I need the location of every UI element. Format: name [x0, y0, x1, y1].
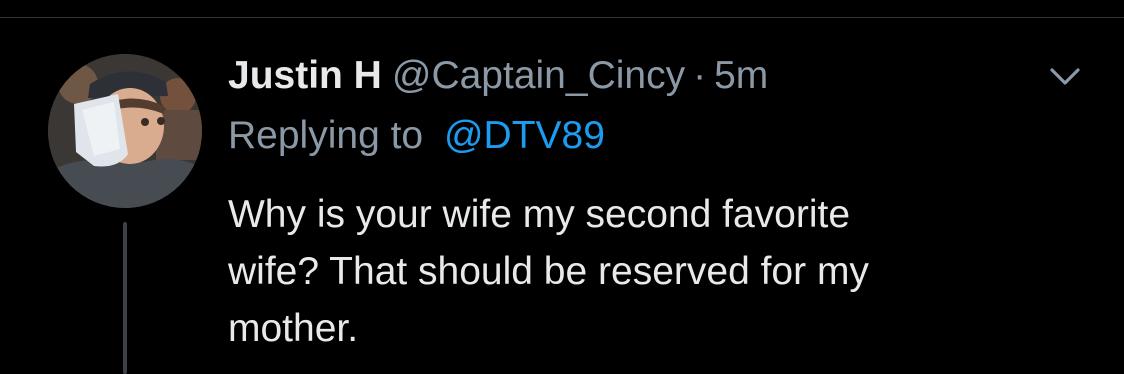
- timestamp[interactable]: 5m: [714, 50, 768, 102]
- thread-line: [123, 222, 127, 374]
- tweet-text: Why is your wife my second favorite wife…: [228, 193, 869, 350]
- top-divider: [0, 17, 1124, 18]
- user-handle[interactable]: @Captain_Cincy: [392, 50, 685, 102]
- separator-dot: ·: [693, 54, 707, 97]
- chevron-down-icon[interactable]: [1046, 62, 1084, 90]
- avatar[interactable]: [48, 54, 202, 208]
- replying-to-handle-link[interactable]: @DTV89: [444, 114, 605, 157]
- tweet-header: Justin H @Captain_Cincy · 5m: [228, 50, 768, 102]
- replying-to: Replying to @DTV89: [228, 110, 605, 162]
- replying-to-label: Replying to: [228, 114, 424, 157]
- display-name[interactable]: Justin H: [228, 50, 382, 102]
- avatar-photo: [48, 54, 202, 208]
